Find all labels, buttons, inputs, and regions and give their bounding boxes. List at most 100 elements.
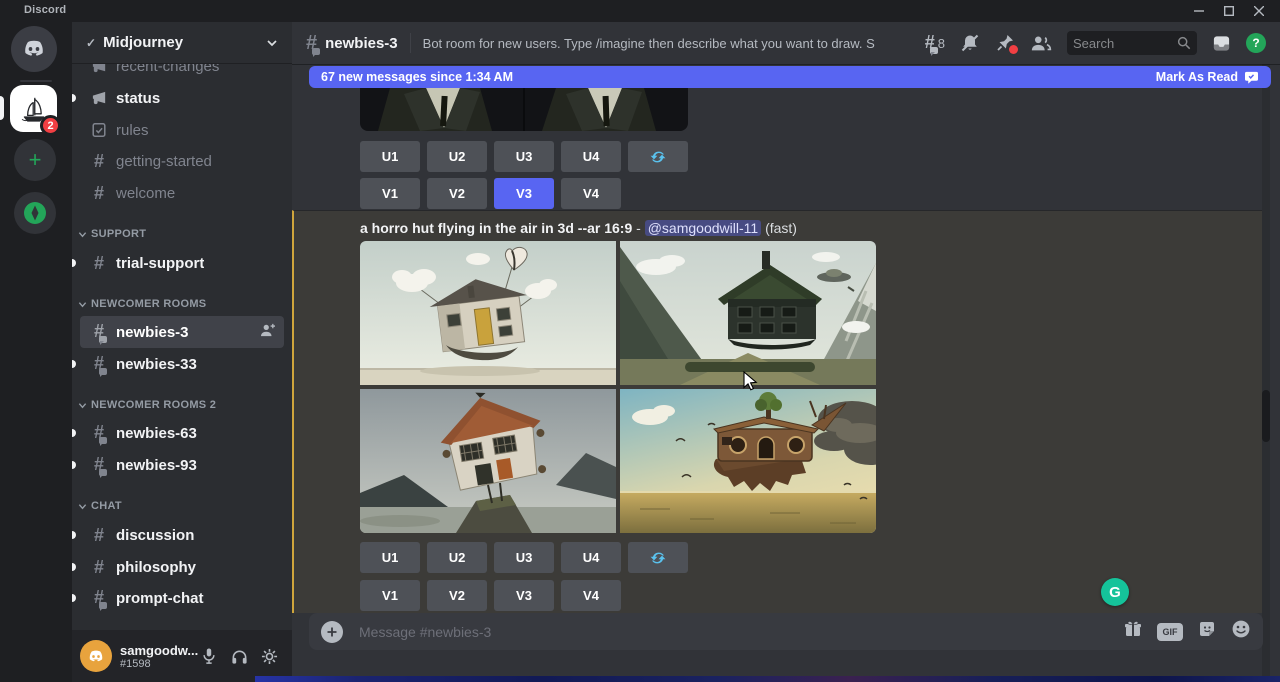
window-minimize-button[interactable] [1184, 0, 1214, 22]
generated-image-steampunk-house[interactable] [620, 389, 876, 533]
hash-icon: # [88, 254, 110, 272]
u4-button[interactable]: U4 [561, 141, 621, 172]
explore-servers-button[interactable] [14, 192, 56, 234]
v3-button[interactable]: V3 [494, 580, 554, 611]
speed-tag: (fast) [765, 220, 797, 236]
v2-button[interactable]: V2 [427, 580, 487, 611]
background-window-strip [255, 676, 1280, 682]
help-button[interactable]: ? [1246, 33, 1266, 53]
window-maximize-button[interactable] [1214, 0, 1244, 22]
members-icon [1030, 34, 1052, 52]
hash-chat-icon: # [88, 322, 110, 342]
username: samgoodw... [120, 643, 194, 658]
sidebar-item-newbies-3[interactable]: # newbies-3 [80, 316, 284, 348]
sidebar-item-newbies-63[interactable]: # newbies-63 [80, 417, 284, 449]
megaphone-icon [88, 90, 110, 107]
variation-buttons-row: V1 V2 V3 V4 [360, 178, 621, 209]
sticker-icon [1197, 619, 1217, 639]
user-settings-button[interactable] [254, 641, 284, 671]
notification-settings-button[interactable] [960, 33, 980, 53]
sidebar-item-newbies-93[interactable]: # newbies-93 [80, 449, 284, 481]
new-messages-banner[interactable]: 67 new messages since 1:34 AM Mark As Re… [309, 66, 1271, 88]
u3-button[interactable]: U3 [494, 542, 554, 573]
v4-button[interactable]: V4 [561, 178, 621, 209]
mute-mic-button[interactable] [194, 641, 224, 671]
sidebar-item-prompt-chat[interactable]: # prompt-chat [80, 582, 284, 614]
sidebar-item-philosophy[interactable]: # philosophy [80, 551, 284, 583]
inbox-button[interactable] [1212, 34, 1231, 53]
generated-image-mountain-cabin[interactable] [620, 241, 876, 385]
v3-button-selected[interactable]: V3 [494, 178, 554, 209]
rules-icon [88, 122, 110, 138]
v1-button[interactable]: V1 [360, 580, 420, 611]
grammarly-g-icon: G [1109, 584, 1121, 601]
sidebar-item-trial-support[interactable]: # trial-support [80, 247, 284, 279]
generated-image-crooked-house[interactable] [360, 389, 616, 533]
u2-button[interactable]: U2 [427, 542, 487, 573]
sidebar-item-rules[interactable]: rules [80, 114, 284, 146]
window-close-button[interactable] [1244, 0, 1274, 22]
server-header[interactable]: ✓ Midjourney [72, 22, 292, 64]
generated-image-balloon-house[interactable] [360, 241, 616, 385]
invite-member-icon[interactable] [260, 323, 276, 342]
selected-server-pill [0, 96, 4, 120]
hash-icon: # [88, 558, 110, 576]
sidebar-item-status[interactable]: status [80, 82, 284, 114]
deafen-button[interactable] [224, 641, 254, 671]
reroll-button[interactable] [628, 542, 688, 573]
threads-button[interactable]: # 8 [925, 33, 945, 53]
search-input[interactable] [1073, 36, 1177, 51]
user-info[interactable]: samgoodw... #1598 [120, 643, 194, 670]
v4-button[interactable]: V4 [561, 580, 621, 611]
category-chat[interactable]: CHAT [78, 495, 286, 517]
refresh-icon [649, 148, 667, 166]
v1-button[interactable]: V1 [360, 178, 420, 209]
v2-button[interactable]: V2 [427, 178, 487, 209]
generated-image-previous[interactable] [360, 88, 688, 131]
user-mention[interactable]: @samgoodwill-11 [645, 220, 761, 236]
reroll-button[interactable] [628, 141, 688, 172]
grammarly-badge[interactable]: G [1101, 578, 1129, 606]
sidebar-item-getting-started[interactable]: # getting-started [80, 145, 284, 177]
u4-button[interactable]: U4 [561, 542, 621, 573]
sticker-button[interactable] [1197, 619, 1217, 644]
gif-button[interactable]: GIF [1157, 623, 1183, 641]
category-support[interactable]: SUPPORT [78, 223, 286, 245]
home-button[interactable] [11, 26, 57, 72]
inbox-icon [1212, 34, 1231, 53]
attach-button[interactable] [321, 621, 343, 643]
search-box[interactable] [1067, 31, 1197, 55]
mark-as-read-button[interactable]: Mark As Read [1156, 70, 1259, 84]
sidebar-item-newbies-33[interactable]: # newbies-33 [80, 348, 284, 380]
gift-button[interactable] [1123, 619, 1143, 644]
close-icon [1254, 6, 1264, 16]
add-server-button[interactable]: + [14, 139, 56, 181]
avatar[interactable] [80, 640, 112, 672]
variation-buttons-row-2: V1 V2 V3 V4 [360, 580, 621, 611]
category-newcomer-rooms-2[interactable]: NEWCOMER ROOMS 2 [78, 394, 286, 416]
pinned-messages-button[interactable] [995, 33, 1015, 53]
u1-button[interactable]: U1 [360, 141, 420, 172]
window-titlebar: Discord [0, 0, 1280, 22]
category-newcomer-rooms[interactable]: NEWCOMER ROOMS [78, 293, 286, 315]
u2-button[interactable]: U2 [427, 141, 487, 172]
user-panel: samgoodw... #1598 [72, 630, 292, 682]
scrollbar-thumb[interactable] [1262, 390, 1270, 442]
generated-image-grid[interactable] [360, 241, 876, 533]
u1-button[interactable]: U1 [360, 542, 420, 573]
sidebar-item-welcome[interactable]: # welcome [80, 177, 284, 209]
unread-indicator [72, 531, 76, 539]
hash-icon: # [88, 526, 110, 544]
sidebar-item-discussion[interactable]: # discussion [80, 519, 284, 551]
emoji-button[interactable] [1231, 619, 1251, 644]
channel-topic[interactable]: Bot room for new users. Type /imagine th… [423, 36, 875, 51]
u3-button[interactable]: U3 [494, 141, 554, 172]
member-list-button[interactable] [1030, 34, 1052, 52]
compass-icon [23, 201, 47, 225]
server-icon-midjourney[interactable]: 2 [10, 85, 57, 132]
unread-indicator [72, 461, 76, 469]
message-input[interactable] [359, 624, 1123, 640]
unread-indicator [72, 594, 76, 602]
chat-scrollbar[interactable] [1262, 64, 1270, 682]
message-composer[interactable]: GIF [309, 613, 1263, 650]
